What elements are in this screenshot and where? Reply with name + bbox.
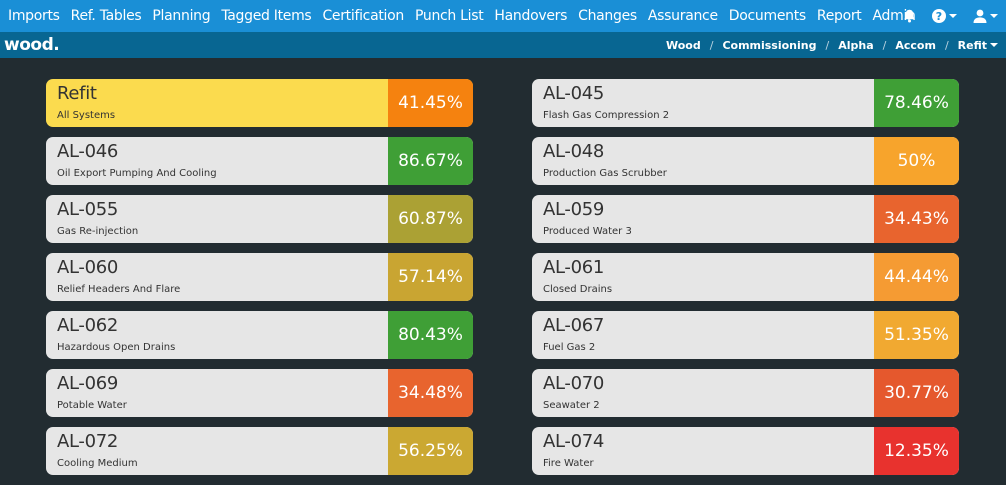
user-icon[interactable]: [973, 9, 998, 23]
card-description: Closed Drains: [543, 284, 613, 295]
breadcrumb-accom[interactable]: Accom: [895, 39, 936, 52]
breadcrumb-commissioning[interactable]: Commissioning: [722, 39, 816, 52]
percent-badge: 60.87%: [388, 195, 473, 243]
top-navigation-bar: Imports Ref. Tables Planning Tagged Item…: [0, 0, 1006, 32]
bell-icon[interactable]: [903, 9, 916, 23]
percent-badge: 51.35%: [874, 311, 959, 359]
card-description: Gas Re-injection: [57, 226, 139, 237]
card-description: Hazardous Open Drains: [57, 342, 176, 353]
breadcrumb-separator: /: [709, 38, 714, 52]
percent-badge: 34.48%: [388, 369, 473, 417]
percent-badge: 44.44%: [874, 253, 959, 301]
chevron-down-icon: [949, 14, 957, 18]
breadcrumb-separator: /: [944, 38, 949, 52]
percent-badge: 41.45%: [388, 79, 473, 127]
system-card[interactable]: AL-074 Fire Water 12.35%: [532, 427, 959, 475]
card-name: AL-069: [57, 373, 119, 394]
system-card[interactable]: AL-046 Oil Export Pumping And Cooling 86…: [46, 137, 473, 185]
system-card[interactable]: AL-048 Production Gas Scrubber 50%: [532, 137, 959, 185]
chevron-down-icon: [990, 14, 998, 18]
percent-badge: 78.46%: [874, 79, 959, 127]
breadcrumb-alpha[interactable]: Alpha: [838, 39, 873, 52]
nav-certification[interactable]: Certification: [322, 8, 404, 24]
card-description: Flash Gas Compression 2: [543, 110, 670, 121]
card-description: Seawater 2: [543, 400, 600, 411]
chevron-down-icon[interactable]: [990, 43, 998, 47]
nav-changes[interactable]: Changes: [578, 8, 637, 24]
card-name: AL-055: [57, 199, 119, 220]
breadcrumb-separator: /: [825, 38, 830, 52]
card-name: AL-070: [543, 373, 605, 394]
nav-planning[interactable]: Planning: [152, 8, 210, 24]
nav-tagged-items[interactable]: Tagged Items: [221, 8, 311, 24]
percent-badge: 80.43%: [388, 311, 473, 359]
system-card[interactable]: AL-061 Closed Drains 44.44%: [532, 253, 959, 301]
card-name: AL-048: [543, 141, 605, 162]
percent-badge: 30.77%: [874, 369, 959, 417]
card-description: Production Gas Scrubber: [543, 168, 667, 179]
percent-badge: 12.35%: [874, 427, 959, 475]
system-card[interactable]: AL-072 Cooling Medium 56.25%: [46, 427, 473, 475]
nav-documents[interactable]: Documents: [729, 8, 806, 24]
card-description: Fire Water: [543, 458, 594, 469]
breadcrumb-refit[interactable]: Refit: [958, 39, 987, 52]
card-description: Cooling Medium: [57, 458, 138, 469]
card-name: AL-059: [543, 199, 605, 220]
system-card[interactable]: AL-062 Hazardous Open Drains 80.43%: [46, 311, 473, 359]
breadcrumb: Wood / Commissioning / Alpha / Accom / R…: [666, 32, 998, 58]
summary-card[interactable]: Refit All Systems 41.45%: [46, 79, 473, 127]
help-icon[interactable]: ?: [932, 9, 957, 23]
system-card[interactable]: AL-070 Seawater 2 30.77%: [532, 369, 959, 417]
system-card[interactable]: AL-055 Gas Re-injection 60.87%: [46, 195, 473, 243]
card-description: Potable Water: [57, 400, 127, 411]
sub-header: wood. Wood / Commissioning / Alpha / Acc…: [0, 32, 1006, 58]
nav-imports[interactable]: Imports: [8, 8, 60, 24]
nav-handovers[interactable]: Handovers: [494, 8, 567, 24]
svg-text:?: ?: [936, 10, 942, 23]
card-description: All Systems: [57, 110, 116, 121]
system-card[interactable]: AL-059 Produced Water 3 34.43%: [532, 195, 959, 243]
percent-badge: 50%: [874, 137, 959, 185]
card-name: AL-062: [57, 315, 119, 336]
percent-badge: 56.25%: [388, 427, 473, 475]
nav-assurance[interactable]: Assurance: [648, 8, 718, 24]
card-description: Oil Export Pumping And Cooling: [57, 168, 217, 179]
logo: wood.: [4, 35, 60, 55]
card-description: Relief Headers And Flare: [57, 284, 181, 295]
nav-report[interactable]: Report: [817, 8, 862, 24]
percent-badge: 86.67%: [388, 137, 473, 185]
percent-badge: 57.14%: [388, 253, 473, 301]
breadcrumb-wood[interactable]: Wood: [666, 39, 701, 52]
system-card[interactable]: AL-060 Relief Headers And Flare 57.14%: [46, 253, 473, 301]
card-name: AL-067: [543, 315, 605, 336]
system-card[interactable]: AL-067 Fuel Gas 2 51.35%: [532, 311, 959, 359]
main-menu: Imports Ref. Tables Planning Tagged Item…: [8, 0, 927, 32]
card-name: AL-046: [57, 141, 119, 162]
card-name: AL-072: [57, 431, 119, 452]
nav-tools: ?: [887, 0, 998, 32]
card-description: Fuel Gas 2: [543, 342, 596, 353]
nav-punch-list[interactable]: Punch List: [415, 8, 484, 24]
percent-badge: 34.43%: [874, 195, 959, 243]
card-name: AL-074: [543, 431, 605, 452]
system-card[interactable]: AL-069 Potable Water 34.48%: [46, 369, 473, 417]
card-name: AL-045: [543, 83, 605, 104]
card-name: AL-061: [543, 257, 605, 278]
card-description: Produced Water 3: [543, 226, 632, 237]
system-card[interactable]: AL-045 Flash Gas Compression 2 78.46%: [532, 79, 959, 127]
nav-ref-tables[interactable]: Ref. Tables: [71, 8, 142, 24]
card-name: Refit: [57, 83, 97, 104]
breadcrumb-separator: /: [882, 38, 887, 52]
card-name: AL-060: [57, 257, 119, 278]
